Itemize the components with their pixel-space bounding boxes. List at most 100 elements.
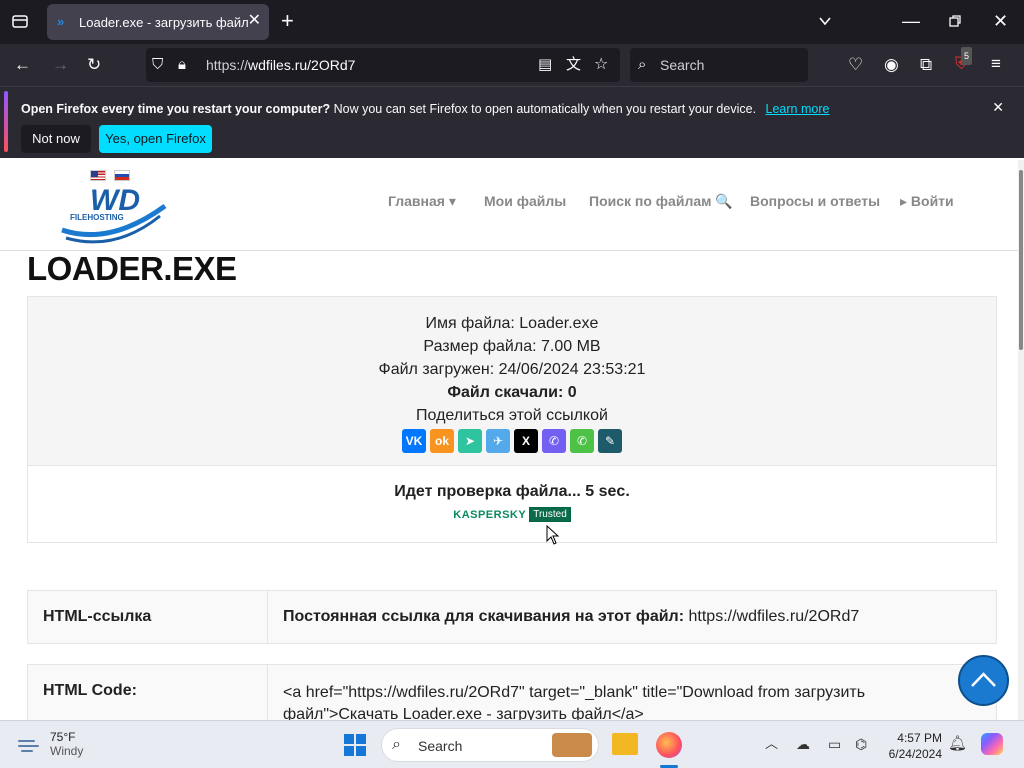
html-link-row: HTML-ссылка Постоянная ссылка для скачив…	[27, 590, 997, 644]
notification-stripe	[4, 91, 8, 152]
telegram-icon[interactable]: ✈	[486, 429, 510, 453]
html-code-row: HTML Code: <a href="https://wdfiles.ru/2…	[27, 664, 997, 720]
url-text: https://wdfiles.ru/2ORd7	[206, 57, 356, 73]
weather-condition: Windy	[50, 744, 84, 758]
notification-message: Open Firefox every time you restart your…	[21, 102, 829, 116]
taskbar: 75°F Windy ⌕ Search ︿ ☁ ▭ ⌬ 4:57 PM 6/24…	[0, 720, 1024, 768]
share-buttons: VK ok ➤ ✈ X ✆ ✆ ✎	[28, 429, 996, 453]
chevron-down-icon[interactable]	[818, 12, 832, 32]
trusted-label: Trusted	[529, 507, 571, 522]
kaspersky-badge: KASPERSKY Trusted	[453, 507, 571, 522]
copilot-icon[interactable]	[981, 733, 1003, 755]
check-status: Идет проверка файла... 5 sec.	[394, 483, 630, 500]
menu-icon[interactable]: ≡	[991, 55, 1001, 73]
menu-faq[interactable]: Вопросы и ответы	[750, 193, 880, 209]
close-notification-icon[interactable]: ✕	[992, 99, 1004, 116]
x-twitter-icon[interactable]: X	[514, 429, 538, 453]
menu-my-files[interactable]: Мои файлы	[484, 193, 566, 209]
search-icon: ⌕	[638, 56, 647, 73]
lock-icon[interactable]: 🔒︎	[178, 56, 186, 74]
livejournal-icon[interactable]: ✎	[598, 429, 622, 453]
extension-badge: 5	[961, 47, 973, 65]
translate-icon[interactable]: 文	[566, 56, 581, 74]
mouse-cursor-icon	[546, 524, 560, 550]
site-logo[interactable]: WD FILEHOSTING	[60, 168, 170, 253]
file-check-box: Идет проверка файла... 5 sec. KASPERSKY …	[27, 466, 997, 543]
notification-text: Now you can set Firefox to open automati…	[333, 102, 757, 116]
weather-temp: 75°F	[50, 730, 76, 744]
html-code-label: HTML Code:	[28, 665, 268, 720]
pocket-icon[interactable]: ♡	[848, 56, 863, 74]
network-icon[interactable]: ⌬	[855, 735, 867, 753]
back-icon[interactable]: ←	[14, 56, 31, 74]
search-placeholder: Search	[660, 57, 705, 73]
scroll-to-top-button[interactable]	[958, 655, 1009, 706]
taskbar-search[interactable]: ⌕ Search	[381, 728, 599, 762]
page-content: WD FILEHOSTING Главная ▾ Мои файлы Поиск…	[0, 160, 1024, 720]
file-info-box: Имя файла: Loader.exe Размер файла: 7.00…	[27, 296, 997, 466]
taskbar-search-icon: ⌕	[392, 736, 401, 753]
reader-view-icon[interactable]: ▤	[538, 56, 552, 74]
page-scrollbar[interactable]	[1018, 160, 1024, 720]
html-link-value: Постоянная ссылка для скачивания на этот…	[268, 591, 996, 643]
menu-login[interactable]: ▸ Войти	[900, 193, 954, 210]
page-title: LOADER.EXE	[27, 250, 237, 287]
new-tab-icon[interactable]: +	[281, 10, 294, 32]
ublock-icon[interactable]: ⛨ 5	[955, 47, 973, 73]
svg-text:FILEHOSTING: FILEHOSTING	[70, 213, 124, 222]
weather-widget[interactable]: 75°F Windy	[50, 730, 83, 758]
file-explorer-icon[interactable]	[612, 733, 638, 755]
forward-icon[interactable]: →	[52, 56, 69, 74]
search-highlight-image	[552, 733, 592, 757]
tab-active[interactable]: » Loader.exe - загрузить файл ✕	[47, 4, 269, 40]
scrollbar-thumb[interactable]	[1019, 170, 1023, 350]
windows-start-icon[interactable]	[344, 734, 366, 761]
reload-icon[interactable]: ↻	[87, 56, 101, 74]
open-firefox-button[interactable]: Yes, open Firefox	[99, 125, 212, 153]
close-window-icon[interactable]: ✕	[993, 11, 1008, 31]
share-label: Поделиться этой ссылкой	[416, 407, 608, 424]
tab-bar: » Loader.exe - загрузить файл ✕ + — ✕	[0, 0, 1024, 44]
file-uploaded: Файл загружен: 24/06/2024 23:53:21	[378, 361, 646, 378]
whatsapp-icon[interactable]: ✆	[570, 429, 594, 453]
kaspersky-logo: KASPERSKY	[453, 508, 527, 521]
vk-icon[interactable]: VK	[402, 429, 426, 453]
clock-date: 6/24/2024	[888, 747, 942, 761]
tab-list-icon[interactable]	[11, 12, 29, 34]
weather-icon[interactable]	[16, 733, 44, 757]
menu-home[interactable]: Главная ▾	[388, 193, 456, 210]
odnoklassniki-icon[interactable]: ok	[430, 429, 454, 453]
url-bar[interactable]: ⛉ 🔒︎ https://wdfiles.ru/2ORd7 ▤ 文 ☆	[146, 48, 620, 82]
file-downloads: Файл скачали: 0	[447, 384, 577, 401]
notification-bold: Open Firefox every time you restart your…	[21, 102, 331, 116]
close-tab-icon[interactable]: ✕	[248, 13, 261, 29]
site-header: WD FILEHOSTING Главная ▾ Мои файлы Поиск…	[0, 160, 1018, 251]
display-icon[interactable]: ▭	[828, 735, 841, 753]
account-icon[interactable]: ◉	[884, 56, 899, 74]
taskbar-search-label: Search	[418, 738, 463, 754]
file-size: Размер файла: 7.00 MB	[423, 338, 601, 355]
firefox-taskbar-icon[interactable]	[656, 732, 682, 758]
extensions-icon[interactable]: ⧉	[920, 56, 932, 74]
site-favicon-icon: »	[57, 14, 65, 29]
html-code-value[interactable]: <a href="https://wdfiles.ru/2ORd7" targe…	[268, 665, 996, 720]
clock-time: 4:57 PM	[897, 731, 942, 745]
not-now-button[interactable]: Not now	[21, 125, 91, 153]
tab-title: Loader.exe - загрузить файл	[79, 14, 249, 30]
html-link-label: HTML-ссылка	[28, 591, 268, 643]
restore-icon[interactable]	[948, 12, 962, 32]
bookmark-star-icon[interactable]: ☆	[594, 56, 608, 74]
file-name: Имя файла: Loader.exe	[425, 315, 599, 332]
email-share-icon[interactable]: ➤	[458, 429, 482, 453]
notification-bell-icon[interactable]: 🔔︎	[948, 735, 967, 753]
minimize-icon[interactable]: —	[902, 11, 920, 31]
viber-icon[interactable]: ✆	[542, 429, 566, 453]
permanent-link[interactable]: https://wdfiles.ru/2ORd7	[689, 608, 860, 625]
search-input[interactable]: ⌕ Search	[630, 48, 808, 82]
learn-more-link[interactable]: Learn more	[766, 102, 830, 116]
onedrive-icon[interactable]: ☁	[796, 735, 810, 753]
menu-search-files[interactable]: Поиск по файлам 🔍	[589, 193, 733, 210]
shield-icon[interactable]: ⛉	[152, 56, 163, 74]
tray-chevron-up-icon[interactable]: ︿	[765, 735, 778, 753]
taskbar-clock[interactable]: 4:57 PM 6/24/2024	[884, 730, 942, 762]
